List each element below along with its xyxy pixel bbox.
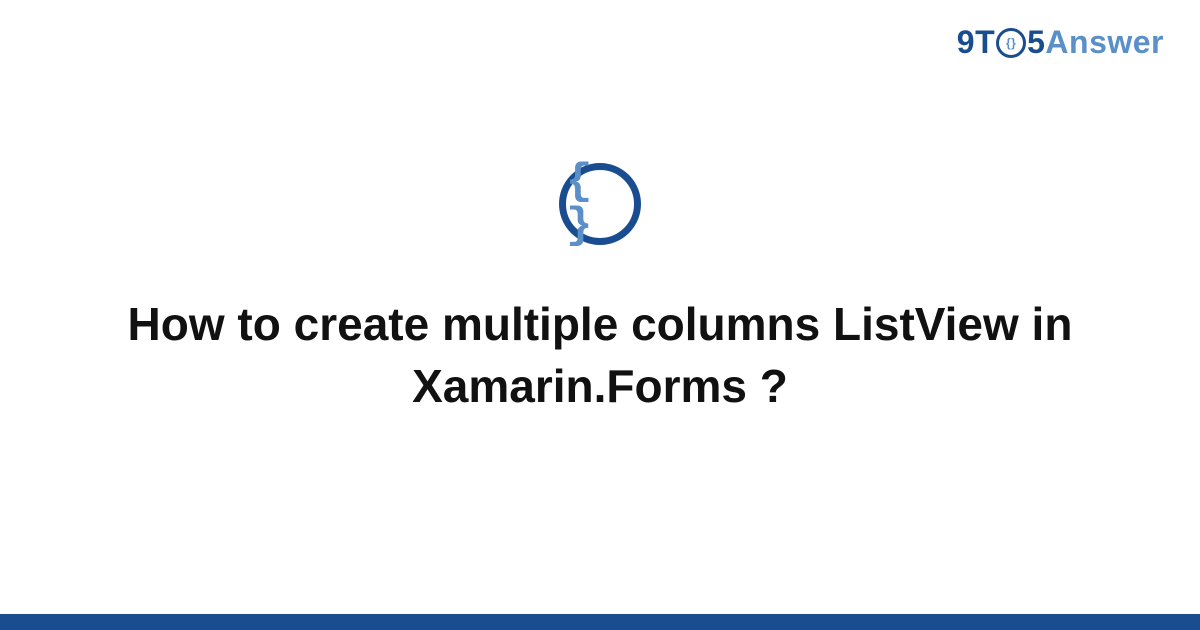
- code-braces-icon: { }: [566, 160, 634, 248]
- footer-accent-bar: [0, 614, 1200, 630]
- category-badge: { }: [559, 163, 641, 245]
- question-title: How to create multiple columns ListView …: [120, 293, 1080, 417]
- main-content: { } How to create multiple columns ListV…: [0, 0, 1200, 630]
